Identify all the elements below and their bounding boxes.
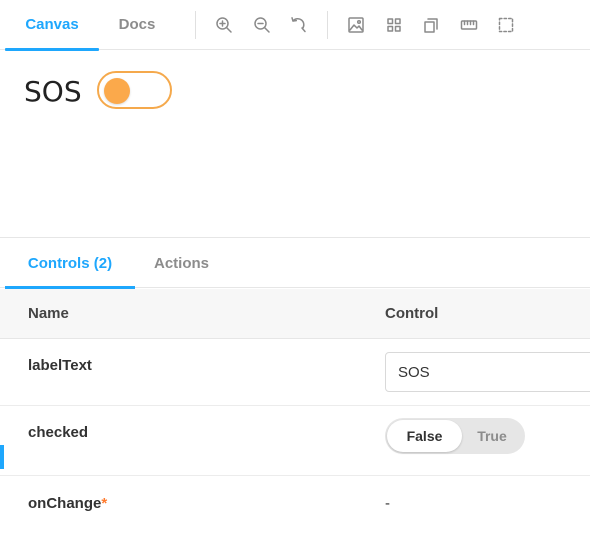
controls-table-header: Name Control (0, 289, 590, 339)
grid-icon[interactable] (382, 13, 406, 37)
zoom-in-icon[interactable] (212, 13, 236, 37)
toolbar-divider (327, 11, 328, 39)
zoom-out-icon[interactable] (250, 13, 274, 37)
measure-icon[interactable] (457, 13, 481, 37)
prop-name-onchange-label: onChange (28, 495, 102, 512)
switch-label: SOS (24, 75, 82, 108)
table-row: onChange* - (0, 476, 590, 545)
tab-docs[interactable]: Docs (103, 0, 171, 50)
canvas-preview: SOS (0, 51, 590, 237)
onchange-value: - (385, 495, 390, 512)
column-control-header: Control (385, 305, 439, 322)
boolean-true-option[interactable]: True (462, 420, 522, 452)
column-name-header: Name (28, 305, 69, 322)
boolean-false-option[interactable]: False (387, 420, 462, 452)
tab-canvas-label: Canvas (25, 16, 79, 33)
tab-actions-label: Actions (154, 255, 210, 272)
tab-controls-label: Controls (2) (27, 255, 113, 272)
switch-knob (104, 78, 130, 104)
labeltext-input[interactable] (385, 352, 590, 392)
addons-tabbar: Controls (2) Actions (0, 238, 590, 289)
tab-docs-label: Docs (118, 16, 156, 33)
scroll-indicator (0, 445, 4, 469)
outline-icon[interactable] (494, 13, 518, 37)
prop-name-checked: checked (28, 424, 89, 441)
sos-toggle-switch[interactable] (97, 71, 172, 109)
tab-controls[interactable]: Controls (2) (5, 238, 135, 289)
prop-name-onchange: onChange* (28, 495, 107, 512)
toolbar-divider (195, 11, 196, 39)
prop-name-labeltext: labelText (28, 357, 92, 374)
viewport-icon[interactable] (419, 13, 443, 37)
tab-canvas[interactable]: Canvas (5, 0, 99, 51)
required-asterisk: * (101, 495, 108, 512)
toolbar: Canvas Docs (0, 0, 590, 51)
table-row: checked False True (0, 406, 590, 476)
background-icon[interactable] (344, 13, 368, 37)
reset-zoom-icon[interactable] (286, 13, 310, 37)
tab-actions[interactable]: Actions (154, 238, 209, 288)
table-row: labelText (0, 340, 590, 406)
checked-boolean-toggle[interactable]: False True (385, 418, 525, 454)
